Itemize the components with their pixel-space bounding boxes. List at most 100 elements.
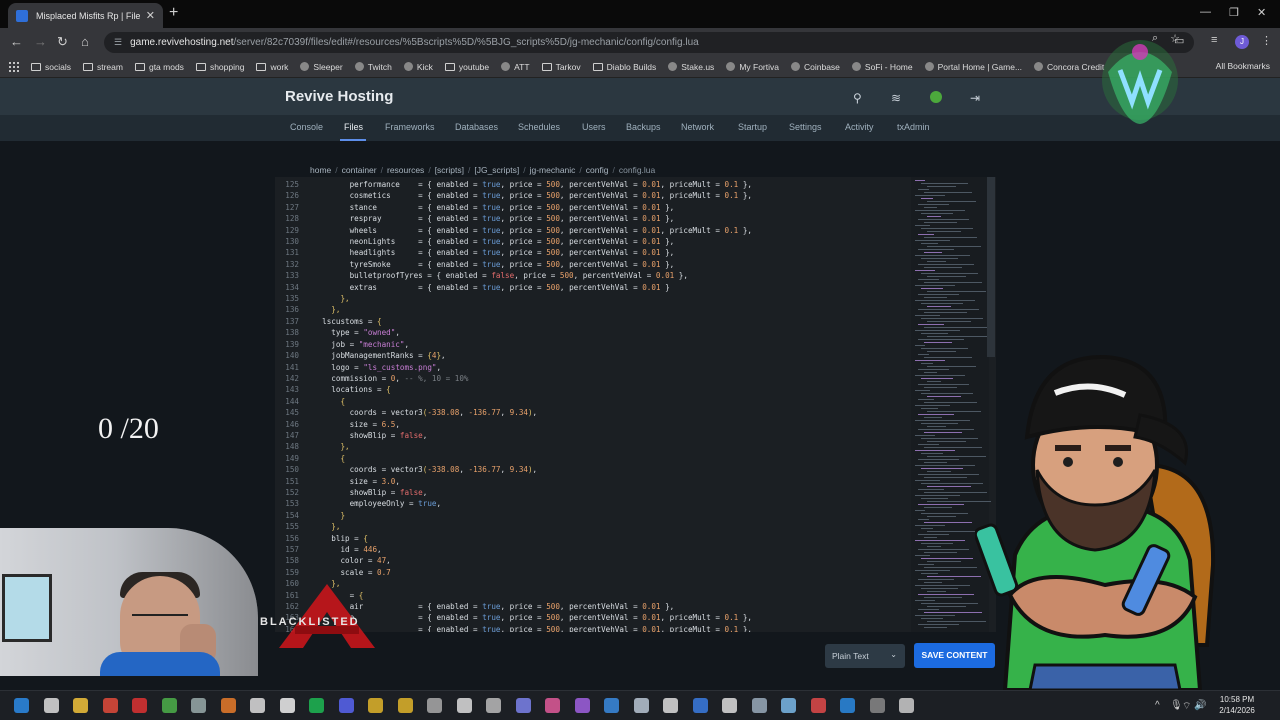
address-bar[interactable]: ☰ game.revivehosting.net/server/82c7039f… [104, 32, 1194, 53]
code-line[interactable]: 128 respray = { enabled = true, price = … [275, 213, 907, 224]
bookmark-item[interactable]: Stake.us [668, 62, 714, 72]
app-blue-icon[interactable] [604, 698, 619, 713]
bookmark-item[interactable]: youtube [444, 62, 489, 72]
breadcrumb-segment[interactable]: container [342, 165, 377, 175]
code-line[interactable]: 132 tyreSmoke = { enabled = true, price … [275, 259, 907, 270]
code-line[interactable]: 157 id = 446, [275, 544, 907, 555]
app-m-icon[interactable] [751, 698, 767, 713]
code-line[interactable]: 134 extras = { enabled = true, price = 5… [275, 282, 907, 293]
code-line[interactable]: 151 size = 3.0, [275, 476, 907, 487]
code-line[interactable]: 149 { [275, 453, 907, 464]
windows-start-icon[interactable] [14, 698, 29, 713]
app-red2-icon[interactable] [810, 698, 826, 713]
code-line[interactable]: 131 headlights = { enabled = true, price… [275, 247, 907, 258]
bookmark-item[interactable]: work [256, 62, 288, 72]
browser-tab[interactable]: Misplaced Misfits Rp | File Man ✕ [8, 3, 163, 28]
tab-settings[interactable]: Settings [789, 122, 822, 132]
search-icon[interactable] [43, 698, 59, 713]
app-game-icon[interactable] [132, 698, 147, 713]
code-line[interactable]: 135 }, [275, 293, 907, 304]
bookmark-item[interactable]: Concora Credit [1034, 62, 1104, 72]
apps-grid-icon[interactable] [8, 61, 19, 72]
code-line[interactable]: 143 locations = { [275, 384, 907, 395]
wifi-icon[interactable]: ⌔ [1182, 700, 1191, 713]
code-line[interactable]: 148 }, [275, 441, 907, 452]
all-bookmarks[interactable]: All Bookmarks [1216, 61, 1270, 71]
bookmark-item[interactable]: ATT [501, 62, 530, 72]
volume-icon[interactable]: 🔊 [1194, 700, 1206, 711]
app-joystick-icon[interactable] [899, 698, 914, 713]
forward-icon[interactable]: → [34, 34, 47, 49]
tab-backups[interactable]: Backups [626, 122, 661, 132]
tab-search-icon[interactable]: ≡ [1211, 34, 1217, 46]
code-line[interactable]: 125 performance = { enabled = true, pric… [275, 179, 907, 190]
code-line[interactable]: 144 { [275, 396, 907, 407]
code-line[interactable]: 139 job = "mechanic", [275, 339, 907, 350]
code-line[interactable]: 138 type = "owned", [275, 327, 907, 338]
breadcrumb-segment[interactable]: jg-mechanic [530, 165, 576, 175]
code-lines[interactable]: 125 performance = { enabled = true, pric… [275, 179, 907, 632]
code-line[interactable]: 133 bulletproofTyres = { enabled = false… [275, 270, 907, 281]
app-gray-icon[interactable] [869, 698, 885, 713]
code-line[interactable]: 130 neonLights = { enabled = true, price… [275, 236, 907, 247]
editor-scrollbar[interactable] [987, 177, 995, 357]
code-line[interactable]: 127 stance = { enabled = true, price = 5… [275, 202, 907, 213]
panel-brand[interactable]: Revive Hosting [285, 88, 393, 105]
bookmark-item[interactable]: shopping [195, 62, 244, 72]
tab-activity[interactable]: Activity [845, 122, 874, 132]
tab-close-icon[interactable]: ✕ [146, 9, 155, 22]
mic-icon[interactable]: 🎙 [1170, 700, 1183, 711]
code-line[interactable]: 145 coords = vector3(-338.08, -136.77, 9… [275, 407, 907, 418]
file-explorer-icon[interactable] [73, 698, 88, 713]
code-line[interactable]: 154 } [275, 510, 907, 521]
code-line[interactable]: 158 color = 47, [275, 555, 907, 566]
search-icon[interactable]: ⚲ [853, 91, 862, 105]
layers-icon[interactable]: ≋ [891, 91, 901, 105]
new-tab-icon[interactable]: + [169, 4, 178, 22]
code-line[interactable]: 142 commission = 0, -- %, 10 = 10% [275, 373, 907, 384]
app-g-icon[interactable] [191, 698, 206, 713]
vscode-icon[interactable] [840, 698, 855, 713]
bookmark-item[interactable]: gta mods [134, 62, 184, 72]
logout-icon[interactable]: ⇥ [970, 91, 980, 105]
syntax-mode-select[interactable]: Plain Text ⌄ [825, 644, 905, 668]
code-line[interactable]: 152 showBlip = false, [275, 487, 907, 498]
code-line[interactable]: 150 coords = vector3(-338.08, -136.77, 9… [275, 464, 907, 475]
reload-icon[interactable]: ↻ [57, 34, 68, 50]
breadcrumb-segment[interactable]: config [586, 165, 609, 175]
bookmark-item[interactable]: stream [82, 62, 123, 72]
spotify-icon[interactable] [309, 698, 324, 713]
system-clock[interactable]: 10:58 PM 2/14/2026 [1213, 694, 1261, 716]
tab-files[interactable]: Files [344, 122, 363, 132]
close-window-icon[interactable]: ✕ [1257, 6, 1266, 19]
site-info-icon[interactable]: ☰ [114, 37, 122, 48]
code-editor[interactable]: 125 performance = { enabled = true, pric… [275, 177, 996, 632]
tab-startup[interactable]: Startup [738, 122, 767, 132]
maximize-icon[interactable]: ❐ [1229, 6, 1239, 19]
bookmark-item[interactable]: Coinbase [790, 62, 840, 72]
home-icon[interactable]: ⌂ [81, 34, 89, 49]
chrome-icon[interactable] [368, 698, 383, 713]
bookmark-item[interactable]: Sleeper [300, 62, 343, 72]
chatgpt-icon[interactable] [722, 698, 737, 713]
code-line[interactable]: 140 jobManagementRanks = {4}, [275, 350, 907, 361]
bookmark-item[interactable]: My Fortiva [726, 62, 779, 72]
app-purple-icon[interactable] [574, 698, 590, 713]
code-line[interactable]: 155 }, [275, 521, 907, 532]
tab-frameworks[interactable]: Frameworks [385, 122, 435, 132]
app-a-icon[interactable] [486, 698, 501, 713]
app-orange-icon[interactable] [220, 698, 236, 713]
profile-avatar[interactable]: J [1235, 35, 1249, 49]
app-circle-icon[interactable] [427, 698, 442, 713]
notion-icon[interactable] [279, 698, 295, 713]
breadcrumb-segment[interactable]: resources [387, 165, 424, 175]
teams-icon[interactable] [515, 698, 531, 713]
code-line[interactable]: 141 logo = "ls_customs.png", [275, 362, 907, 373]
bookmark-item[interactable]: socials [31, 62, 71, 72]
minimize-icon[interactable]: — [1200, 6, 1211, 18]
bookmark-item[interactable]: Tarkov [541, 62, 581, 72]
tab-console[interactable]: Console [290, 122, 323, 132]
breadcrumb-segment[interactable]: home [310, 165, 331, 175]
tray-chevron-icon[interactable]: ^ [1155, 700, 1160, 711]
epic-games-icon[interactable] [456, 698, 472, 713]
